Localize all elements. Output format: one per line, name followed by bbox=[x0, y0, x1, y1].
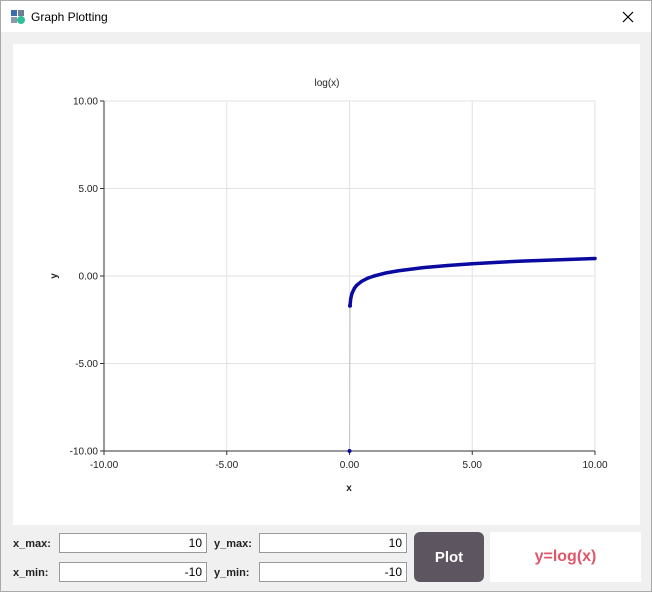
x-min-input[interactable] bbox=[59, 562, 207, 582]
y-tick-label: 10.00 bbox=[73, 97, 98, 108]
title-bar: Graph Plotting bbox=[1, 1, 651, 32]
y-tick-label: -5.00 bbox=[75, 359, 98, 370]
data-point bbox=[593, 256, 597, 261]
data-point bbox=[366, 276, 370, 280]
x-max-input[interactable] bbox=[59, 533, 207, 553]
data-point bbox=[384, 271, 388, 275]
data-point bbox=[446, 263, 450, 268]
data-point bbox=[347, 303, 352, 308]
chart-panel: log(x) x y -10.00 -5.00 0.00 5.00 10.00 10.00… bbox=[13, 44, 640, 525]
chart-title: log(x) bbox=[314, 78, 339, 89]
data-point bbox=[470, 262, 474, 266]
data-point bbox=[495, 260, 499, 264]
data-point bbox=[355, 283, 359, 287]
x-tick-label: -10.00 bbox=[90, 460, 119, 471]
window-title: Graph Plotting bbox=[31, 10, 108, 24]
data-point bbox=[350, 291, 354, 296]
graph-app-icon bbox=[11, 10, 25, 24]
x-tick-label: 10.00 bbox=[582, 460, 607, 471]
y-min-input[interactable] bbox=[259, 562, 407, 582]
data-point bbox=[544, 258, 548, 262]
x-min-label: x_min: bbox=[13, 567, 49, 579]
data-point bbox=[519, 259, 523, 263]
x-tick-label: 5.00 bbox=[463, 460, 483, 471]
formula-display: y=log(x) bbox=[490, 532, 641, 582]
data-point bbox=[349, 297, 353, 301]
data-point bbox=[421, 266, 425, 270]
y-tick-label: 5.00 bbox=[79, 184, 99, 195]
data-point bbox=[397, 269, 401, 273]
log-chart: log(x) x y -10.00 -5.00 0.00 5.00 10.00 10.00… bbox=[49, 78, 608, 494]
data-point bbox=[347, 449, 352, 453]
x-max-label: x_max: bbox=[13, 538, 51, 550]
y-max-input[interactable] bbox=[259, 533, 407, 553]
y-axis-label: y bbox=[49, 273, 60, 279]
x-axis-label: x bbox=[346, 483, 352, 494]
graph-plotting-window: Graph Plotting log(x) x y -10.00 -5.00 0.0… bbox=[0, 0, 652, 592]
data-point bbox=[372, 274, 376, 278]
y-min-label: y_min: bbox=[214, 567, 250, 579]
x-tick-label: 0.00 bbox=[340, 460, 360, 471]
y-tick-label: 0.00 bbox=[79, 272, 99, 283]
y-max-label: y_max: bbox=[214, 538, 252, 550]
close-icon bbox=[622, 11, 634, 22]
y-tick-label: -10.00 bbox=[70, 447, 99, 458]
data-point bbox=[360, 279, 364, 283]
close-button[interactable] bbox=[605, 1, 651, 32]
plot-button[interactable]: Plot bbox=[414, 532, 484, 582]
x-tick-label: -5.00 bbox=[215, 460, 238, 471]
data-point bbox=[568, 257, 573, 261]
data-point bbox=[352, 286, 357, 290]
